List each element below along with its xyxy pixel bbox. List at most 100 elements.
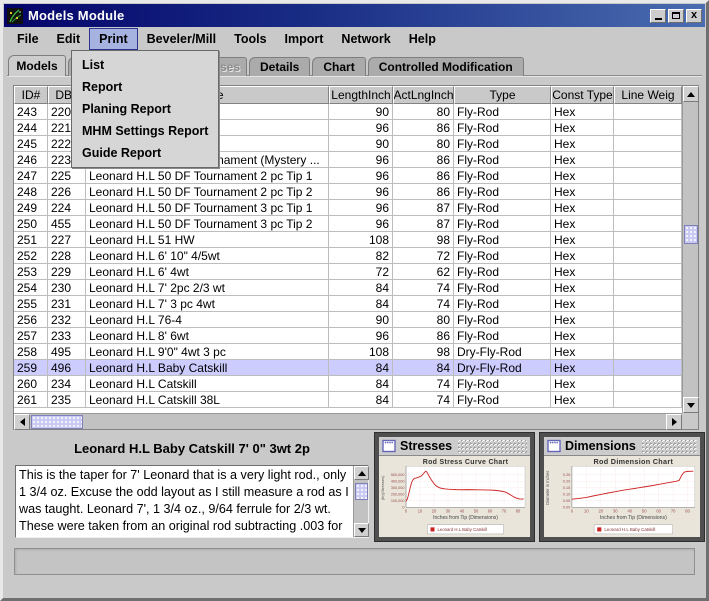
- svg-text:0: 0: [402, 506, 404, 510]
- cell-type: Fly-Rod: [454, 104, 551, 120]
- dimensions-frame-title: Dimensions: [565, 439, 636, 453]
- column-header-type[interactable]: Type: [454, 86, 551, 104]
- stresses-frame: Stresses 010203040506070800100,000200,00…: [375, 433, 534, 541]
- tab-chart[interactable]: Chart: [312, 57, 365, 76]
- bottom-empty-field[interactable]: [14, 548, 695, 575]
- table-row-258[interactable]: 258495Leonard H.L 9'0" 4wt 3 pc10898Dry-…: [14, 344, 682, 360]
- table-row-251[interactable]: 251227Leonard H.L 51 HW10898Fly-RodHex: [14, 232, 682, 248]
- svg-text:0.15: 0.15: [563, 485, 571, 490]
- menubar-item-file[interactable]: File: [8, 28, 48, 50]
- cell-lw: [614, 232, 682, 248]
- print-menu-item-planing-report[interactable]: Planing Report: [72, 98, 218, 120]
- cell-type: Fly-Rod: [454, 280, 551, 296]
- desc-scroll-down-button[interactable]: [354, 523, 369, 537]
- menubar-item-beveler-mill[interactable]: Beveler/Mill: [138, 28, 225, 50]
- cell-lw: [614, 392, 682, 408]
- table-row-259[interactable]: 259496Leonard H.L Baby Catskill8484Dry-F…: [14, 360, 682, 376]
- cell-const: Hex: [551, 264, 614, 280]
- scroll-up-button[interactable]: [683, 86, 699, 102]
- cell-lw: [614, 216, 682, 232]
- maximize-button[interactable]: [668, 9, 684, 23]
- cell-name: Leonard H.L 6' 4wt: [86, 264, 329, 280]
- column-header-id[interactable]: ID#: [14, 86, 48, 104]
- table-row-260[interactable]: 260234Leonard H.L Catskill8474Fly-RodHex: [14, 376, 682, 392]
- cell-const: Hex: [551, 248, 614, 264]
- cell-len: 96: [329, 152, 393, 168]
- minimize-button[interactable]: [650, 9, 666, 23]
- cell-len: 82: [329, 248, 393, 264]
- column-header-actlnginch[interactable]: ActLngInch: [393, 86, 454, 104]
- table-row-248[interactable]: 248226Leonard H.L 50 DF Tournament 2 pc …: [14, 184, 682, 200]
- scroll-left-button[interactable]: [14, 414, 30, 430]
- scroll-down-button[interactable]: [683, 397, 699, 413]
- cell-id: 252: [14, 248, 48, 264]
- svg-text:100,000: 100,000: [391, 499, 405, 503]
- cell-type: Fly-Rod: [454, 248, 551, 264]
- svg-text:30: 30: [613, 509, 618, 514]
- cell-len: 84: [329, 296, 393, 312]
- table-row-253[interactable]: 253229Leonard H.L 6' 4wt7262Fly-RodHex: [14, 264, 682, 280]
- menubar-item-tools[interactable]: Tools: [225, 28, 275, 50]
- cell-db: 229: [48, 264, 86, 280]
- desc-scroll-thumb[interactable]: [355, 483, 368, 500]
- menubar-item-network[interactable]: Network: [332, 28, 399, 50]
- menubar-item-edit[interactable]: Edit: [48, 28, 90, 50]
- cell-const: Hex: [551, 120, 614, 136]
- table-row-247[interactable]: 247225Leonard H.L 50 DF Tournament 2 pc …: [14, 168, 682, 184]
- cell-lw: [614, 264, 682, 280]
- table-row-257[interactable]: 257233Leonard H.L 8' 6wt9686Fly-RodHex: [14, 328, 682, 344]
- column-header-line-weig[interactable]: Line Weig: [614, 86, 682, 104]
- print-menu-item-guide-report[interactable]: Guide Report: [72, 142, 218, 164]
- svg-text:60: 60: [488, 509, 493, 514]
- svg-text:0.00: 0.00: [563, 505, 571, 510]
- cell-act: 86: [393, 184, 454, 200]
- svg-text:0: 0: [405, 509, 408, 514]
- tab-controlled-modification[interactable]: Controlled Modification: [368, 57, 524, 76]
- cell-type: Fly-Rod: [454, 376, 551, 392]
- titlebar[interactable]: Models Module x: [4, 4, 705, 27]
- cell-act: 74: [393, 296, 454, 312]
- cell-db: 224: [48, 200, 86, 216]
- table-row-252[interactable]: 252228Leonard H.L 6' 10" 4/5wt8272Fly-Ro…: [14, 248, 682, 264]
- cell-const: Hex: [551, 296, 614, 312]
- cell-act: 86: [393, 120, 454, 136]
- cell-type: Fly-Rod: [454, 312, 551, 328]
- svg-text:0.20: 0.20: [563, 479, 571, 484]
- table-row-256[interactable]: 256232Leonard H.L 76-49080Fly-RodHex: [14, 312, 682, 328]
- print-menu-item-list[interactable]: List: [72, 54, 218, 76]
- table-row-250[interactable]: 250455Leonard H.L 50 DF Tournament 3 pc …: [14, 216, 682, 232]
- model-description-text[interactable]: This is the taper for 7' Leonard that is…: [16, 466, 353, 537]
- cell-id: 249: [14, 200, 48, 216]
- cell-act: 80: [393, 312, 454, 328]
- cell-id: 260: [14, 376, 48, 392]
- column-header-const-type[interactable]: Const Type: [551, 86, 614, 104]
- description-scrollbar[interactable]: [353, 466, 368, 537]
- table-row-255[interactable]: 255231Leonard H.L 7' 3 pc 4wt8474Fly-Rod…: [14, 296, 682, 312]
- table-row-261[interactable]: 261235Leonard H.L Catskill 38L8474Fly-Ro…: [14, 392, 682, 408]
- table-row-249[interactable]: 249224Leonard H.L 50 DF Tournament 3 pc …: [14, 200, 682, 216]
- svg-text:40: 40: [460, 509, 465, 514]
- table-horizontal-scrollbar[interactable]: [14, 413, 682, 429]
- desc-scroll-up-button[interactable]: [354, 466, 369, 480]
- cell-act: 80: [393, 136, 454, 152]
- dimensions-frame-titlebar[interactable]: Dimensions: [544, 437, 700, 456]
- menubar-item-help[interactable]: Help: [400, 28, 445, 50]
- print-menu: ListReportPlaning ReportMHM Settings Rep…: [71, 50, 219, 168]
- table-row-254[interactable]: 254230Leonard H.L 7' 2pc 2/3 wt8474Fly-R…: [14, 280, 682, 296]
- print-menu-item-mhm-settings-report[interactable]: MHM Settings Report: [72, 120, 218, 142]
- tab-models[interactable]: Models: [8, 55, 66, 76]
- menubar-item-import[interactable]: Import: [276, 28, 333, 50]
- print-menu-item-report[interactable]: Report: [72, 76, 218, 98]
- scroll-right-button[interactable]: [666, 414, 682, 430]
- stresses-frame-titlebar[interactable]: Stresses: [379, 437, 530, 456]
- svg-text:20: 20: [599, 509, 604, 514]
- column-header-lengthinch[interactable]: LengthInch: [329, 86, 393, 104]
- horizontal-scroll-thumb[interactable]: [31, 415, 83, 429]
- arrow-right-icon: [672, 418, 677, 426]
- table-vertical-scrollbar[interactable]: [682, 86, 698, 413]
- menubar-item-print[interactable]: Print: [89, 28, 137, 50]
- close-button[interactable]: x: [686, 9, 702, 23]
- vertical-scroll-thumb[interactable]: [684, 225, 698, 244]
- tab-details[interactable]: Details: [249, 57, 310, 76]
- cell-name: Leonard H.L 50 DF Tournament 3 pc Tip 2: [86, 216, 329, 232]
